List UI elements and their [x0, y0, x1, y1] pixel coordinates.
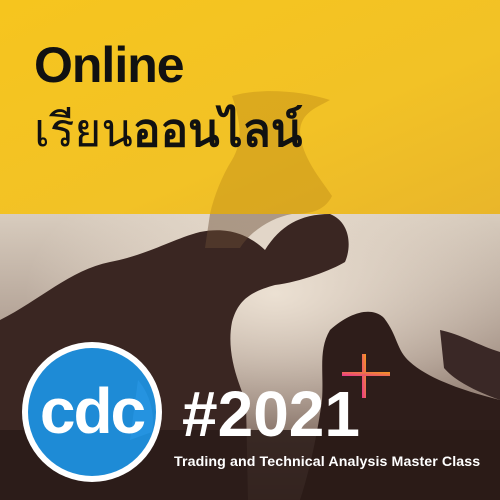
headline-thai-bold: ออนไลน์	[132, 103, 303, 157]
plus-icon	[342, 354, 390, 398]
promo-banner: Online เรียนออนไลน์ cdc #2021 Trading an…	[0, 0, 500, 500]
tagline: Trading and Technical Analysis Master Cl…	[174, 454, 481, 470]
cdc-logo: cdc	[22, 342, 162, 482]
logo-text: cdc	[40, 375, 145, 447]
headline: Online เรียนออนไลน์	[34, 36, 302, 160]
headline-online: Online	[34, 37, 185, 93]
year-tag: #2021	[182, 378, 360, 450]
headline-thai: เรียนออนไลน์	[34, 100, 302, 160]
headline-thai-light: เรียน	[34, 103, 133, 157]
